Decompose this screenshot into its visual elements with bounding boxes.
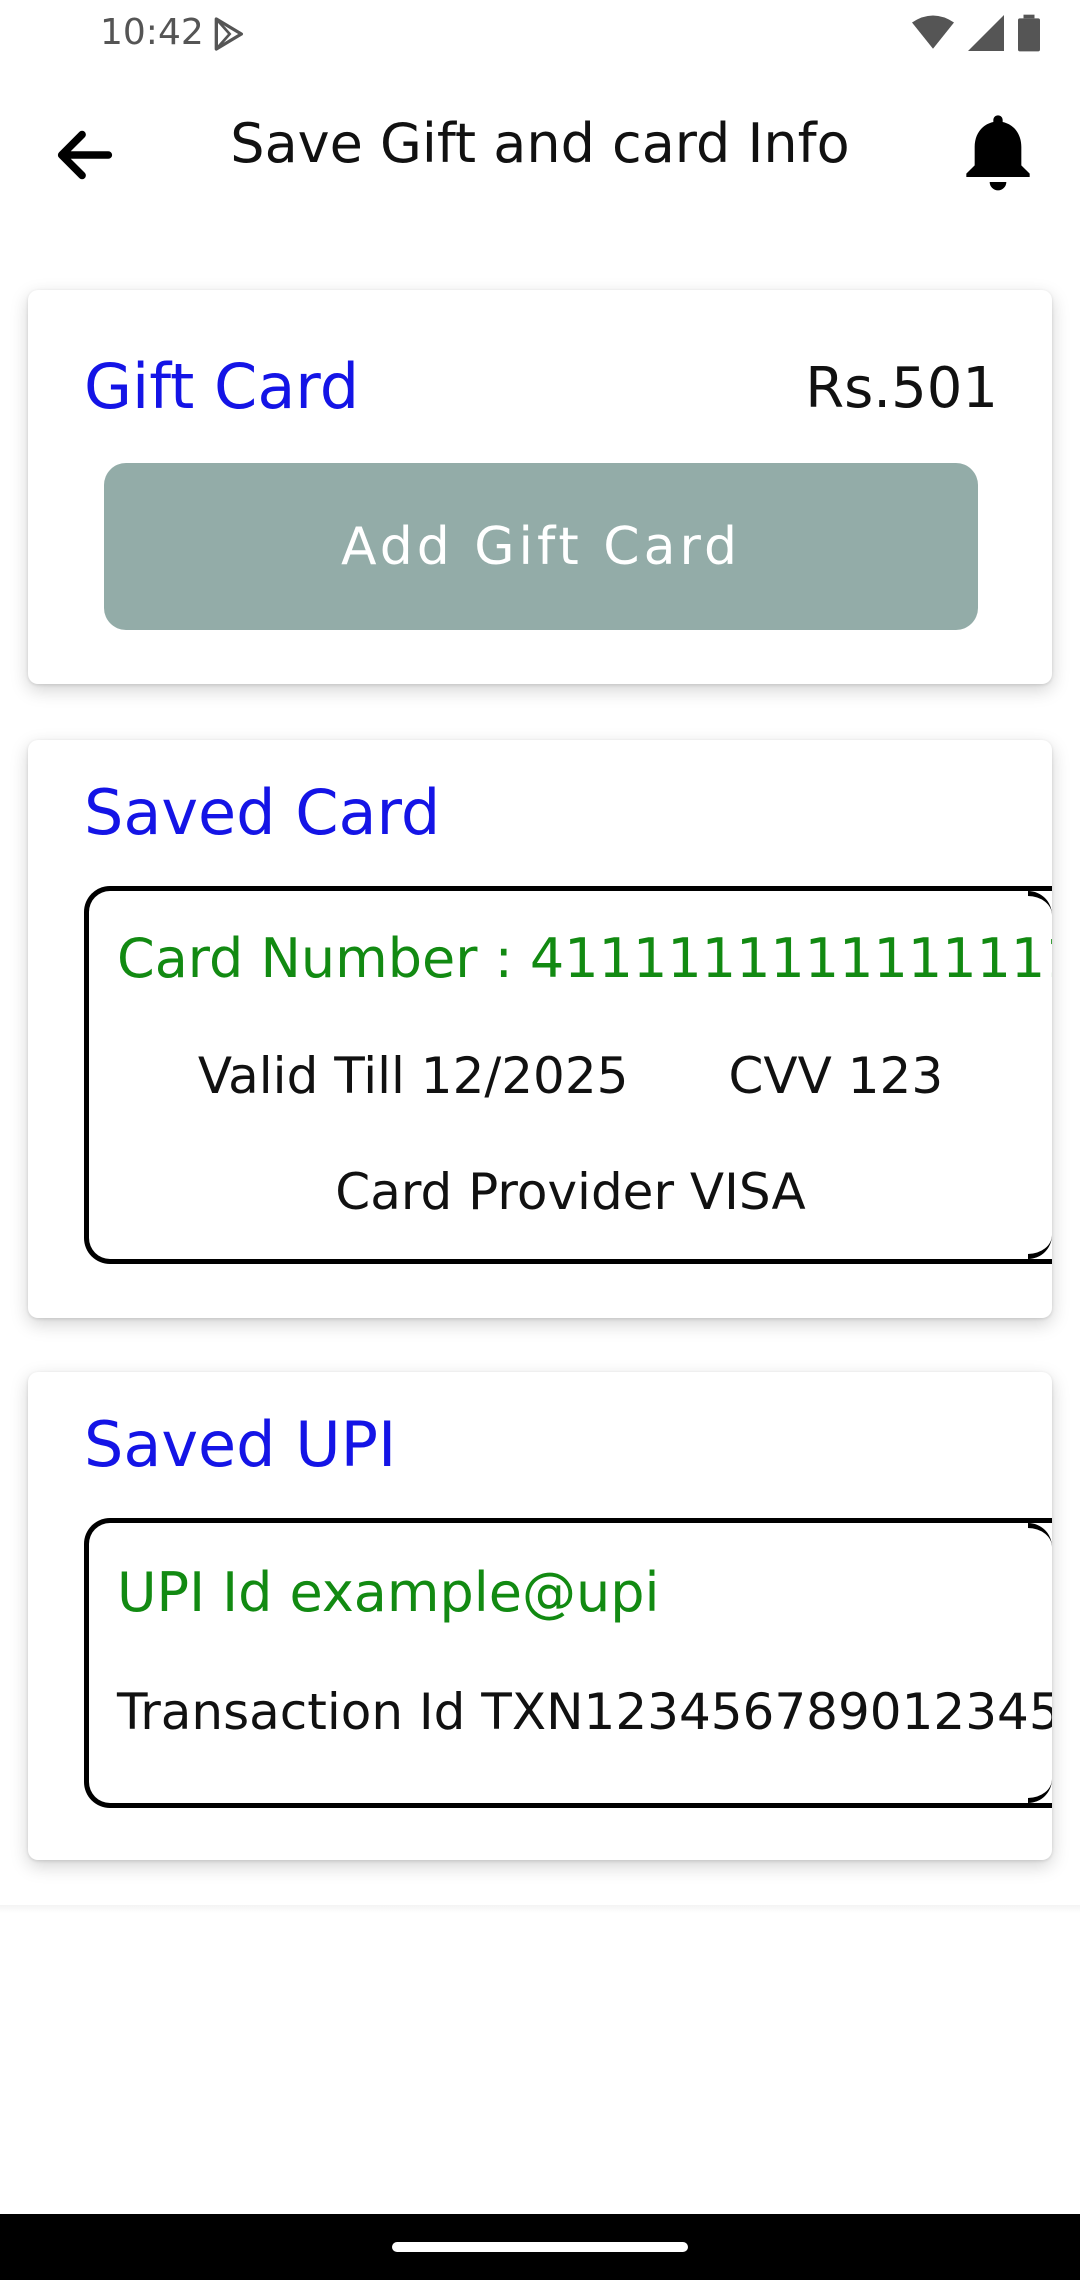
status-icons [912,14,1040,52]
saved-card-section: Saved Card Card Number : 411111111111111… [28,740,1052,1318]
saved-card-title: Saved Card [84,776,441,849]
card-details-row: Valid Till 12/2025 CVV 123 [89,1047,1052,1105]
screen: 10:42 Save Gift and card Info Gift Card … [0,0,1080,2280]
notifications-button[interactable] [948,102,1048,202]
home-gesture-handle[interactable] [392,2242,688,2252]
wifi-icon [912,15,954,49]
upi-id: UPI Id example@upi [117,1561,660,1624]
app-bar: Save Gift and card Info [0,90,1080,210]
status-time: 10:42 [100,12,204,53]
saved-card-item[interactable]: Card Number : 4111111111111111 Valid Til… [84,886,1052,1264]
page-title: Save Gift and card Info [230,112,850,175]
navigation-bar [0,2214,1080,2280]
signal-icon [968,15,1004,51]
saved-upi-section: Saved UPI UPI Id example@upi Transaction… [28,1372,1052,1860]
gift-card-title: Gift Card [84,350,360,423]
play-store-icon [214,17,243,51]
saved-upi-item[interactable]: UPI Id example@upi Transaction Id TXN123… [84,1518,1052,1808]
content-bottom-shade [0,1905,1080,1913]
card-cvv: CVV 123 [728,1047,944,1105]
battery-icon [1018,14,1040,52]
bell-icon [966,115,1030,191]
card-number: Card Number : 4111111111111111 [117,927,1052,990]
status-bar: 10:42 [0,0,1080,68]
gift-card-amount: Rs.501 [805,356,998,421]
card-provider: Card Provider VISA [335,1163,806,1221]
gift-card-section: Gift Card Rs.501 Add Gift Card [28,290,1052,684]
card-valid-till: Valid Till 12/2025 [197,1047,629,1105]
add-gift-card-button[interactable]: Add Gift Card [104,463,978,630]
saved-upi-title: Saved UPI [84,1408,397,1481]
transaction-id: Transaction Id TXN1234567890123456 [117,1683,1052,1741]
